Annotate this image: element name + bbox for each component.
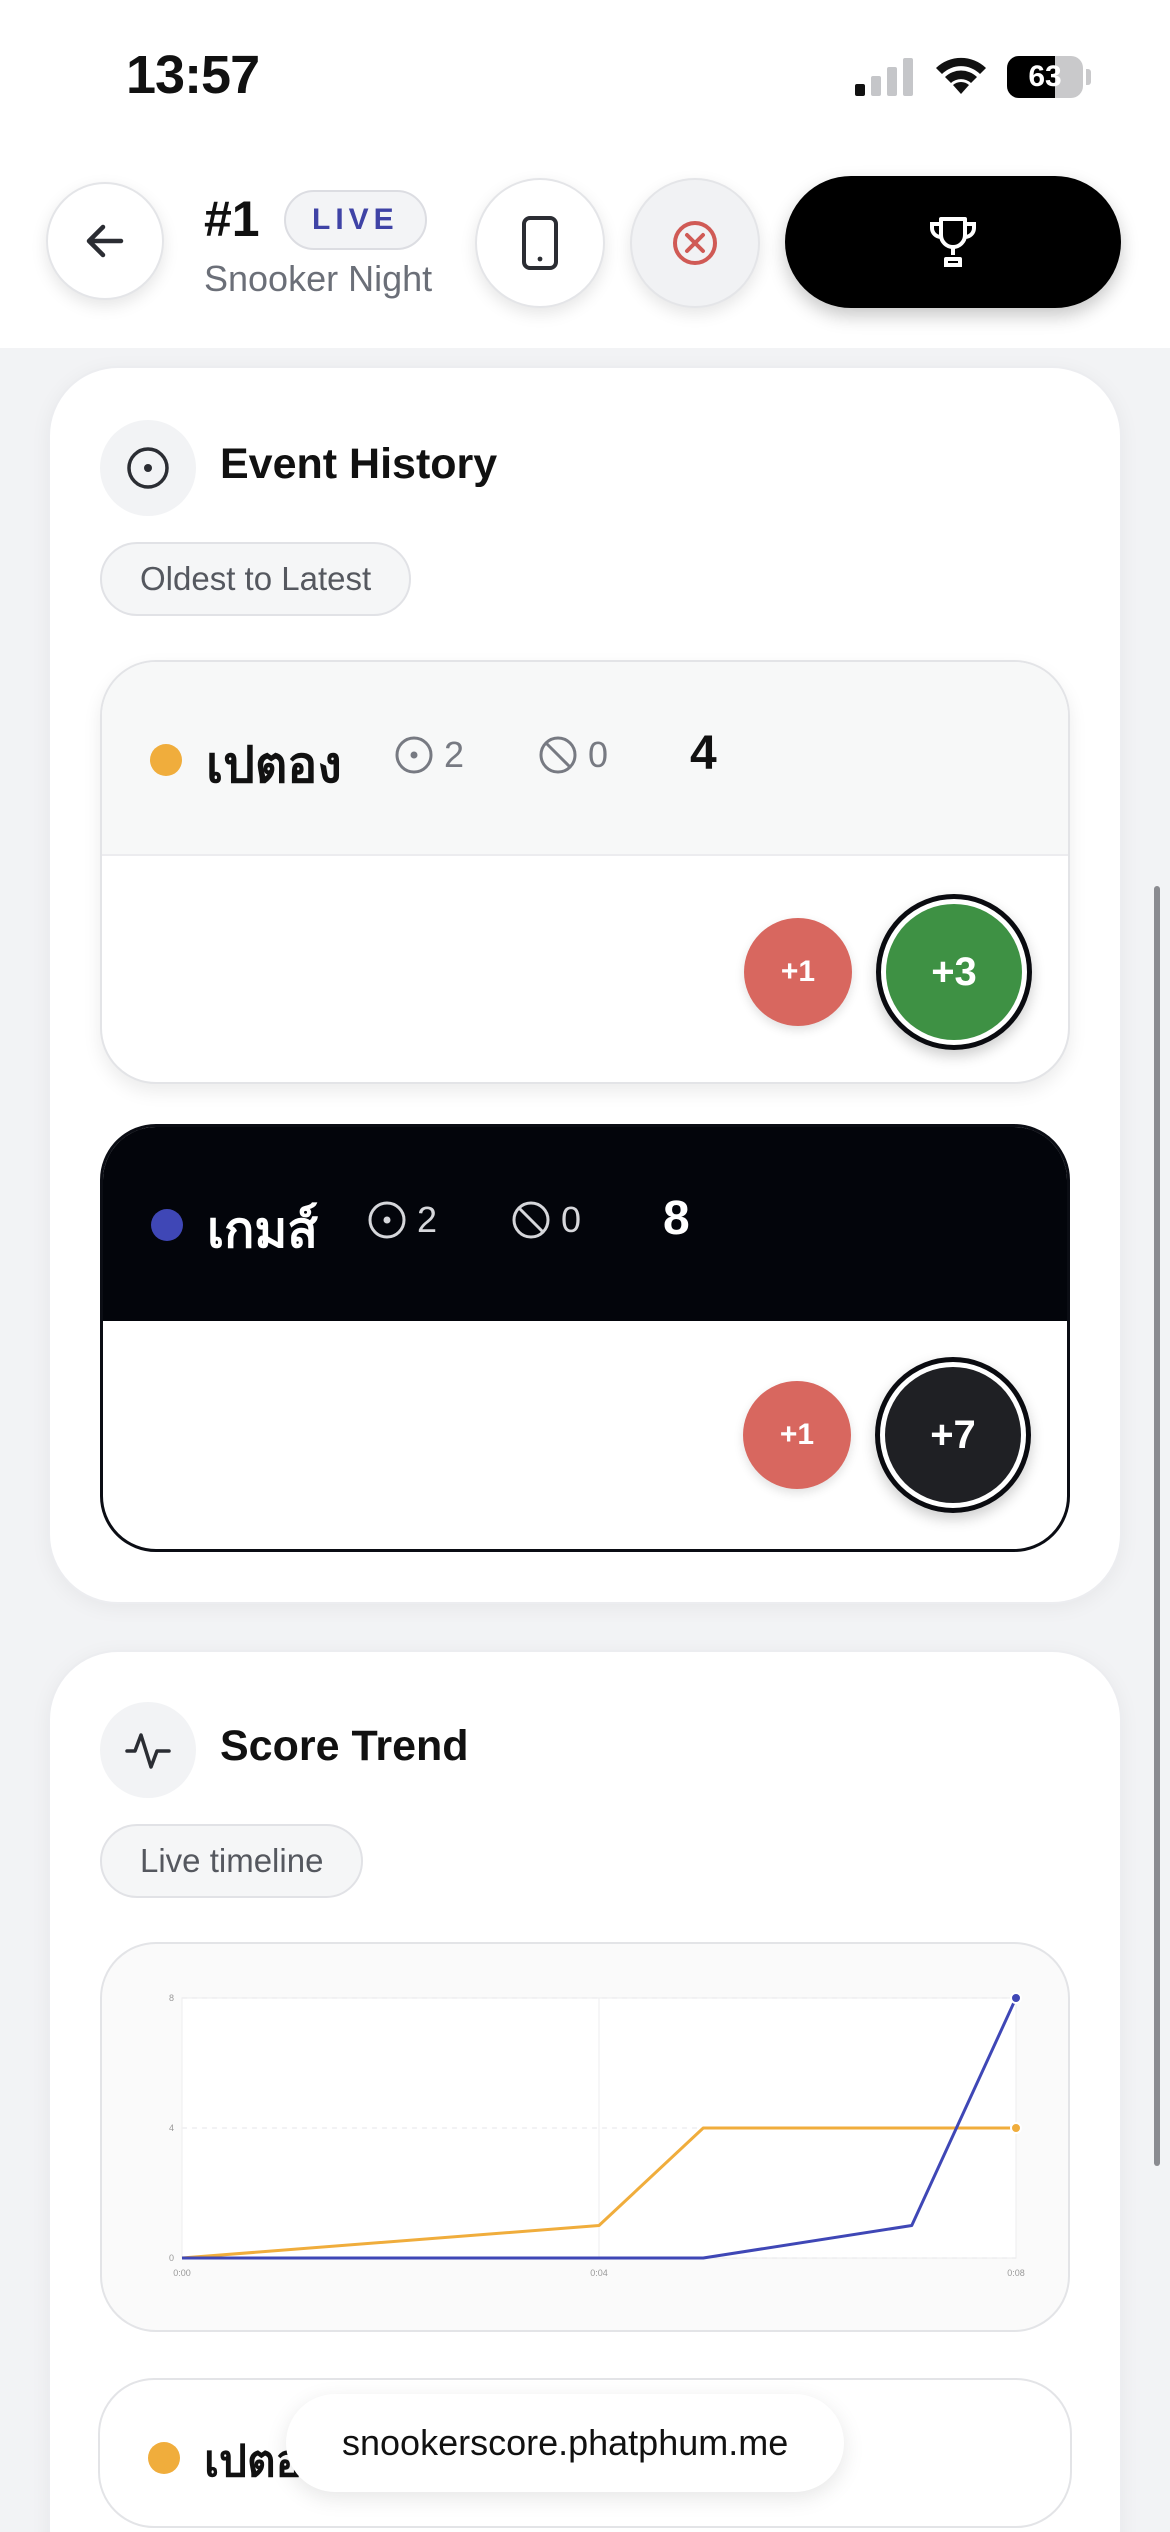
player-color-dot [148,2442,180,2474]
player-score: 4 [690,727,717,780]
player-color-dot [150,744,182,776]
fouls-count: 0 [588,734,609,775]
activity-icon-wrap [100,1702,196,1798]
event-history-card: Event History Oldest to Latest เปตอง 2 0… [48,366,1122,1604]
fouls-stat: 0 [538,734,608,776]
close-circle-icon [673,221,717,265]
match-name: Snooker Night [204,258,433,299]
player-summary: เกมส์ 2 0 8 [103,1127,1067,1321]
live-timeline-pill: Live timeline [100,1824,364,1898]
cellular-signal-icon [855,58,913,96]
y-tick-label: 8 [169,1993,174,2003]
player-panel: เปตอง 2 0 4 +1 +3 [100,660,1070,1084]
target-icon [368,1201,406,1239]
battery-level: 63 [1028,60,1062,93]
trophy-icon [930,217,976,267]
event-history-title: Event History [220,440,498,488]
series-end-point [1010,2122,1022,2134]
event-chip-latest[interactable]: +3 [876,894,1032,1050]
back-button[interactable] [46,182,164,300]
pots-stat: 2 [367,1199,437,1241]
chart-svg: 0 4 8 0:00 0:04 0:08 [169,1992,1025,2278]
pots-count: 2 [444,734,465,775]
end-match-button[interactable] [630,178,760,308]
match-header: #1 LIVE Snooker Night [0,150,1170,348]
score-trend-title: Score Trend [220,1722,469,1770]
player-name: เกมส์ [207,1202,318,1258]
fouls-count: 0 [561,1199,582,1240]
match-number: #1 [204,191,260,247]
x-tick-label: 0:04 [590,2268,608,2278]
series-end-point [1010,1992,1022,2004]
phone-device-icon [522,216,558,270]
status-bar: 13:57 63 [0,0,1170,150]
target-icon [127,447,169,489]
event-chip[interactable]: +1 [743,1381,851,1489]
wifi-icon [936,57,986,94]
x-tick-label: 0:08 [1007,2268,1025,2278]
y-tick-label: 4 [169,2123,174,2133]
activity-pulse-icon [125,1733,171,1769]
pots-stat: 2 [394,734,464,776]
device-mode-button[interactable] [475,178,605,308]
event-chip-label: +3 [886,904,1022,1040]
target-icon-wrap [100,420,196,516]
fouls-stat: 0 [511,1199,581,1241]
live-badge: LIVE [284,190,427,250]
browser-url-bar[interactable]: snookerscore.phatphum.me [286,2394,845,2492]
trophy-button[interactable] [785,176,1121,308]
battery-icon: 63 [1007,56,1091,98]
score-trend-chart: 0 4 8 0:00 0:04 0:08 [100,1942,1070,2332]
status-time: 13:57 [126,45,260,105]
x-tick-label: 0:00 [173,2268,191,2278]
back-arrow-icon [86,224,124,258]
player-panel-active: เกมส์ 2 0 8 +1 +7 [100,1124,1070,1552]
event-chip-latest[interactable]: +7 [875,1357,1031,1513]
ban-icon [512,1201,550,1239]
event-chip-label: +7 [885,1367,1021,1503]
y-tick-label: 0 [169,2253,174,2263]
ban-icon [539,736,577,774]
pots-count: 2 [417,1199,438,1240]
player-summary: เปตอง 2 0 4 [102,662,1068,856]
player-color-dot [151,1209,183,1241]
sort-order-pill[interactable]: Oldest to Latest [100,542,412,616]
player-name: เปตอง [206,737,342,793]
player-score: 8 [663,1192,690,1245]
event-chip[interactable]: +1 [744,918,852,1026]
target-icon [395,736,433,774]
scrollbar[interactable] [1154,886,1160,2166]
